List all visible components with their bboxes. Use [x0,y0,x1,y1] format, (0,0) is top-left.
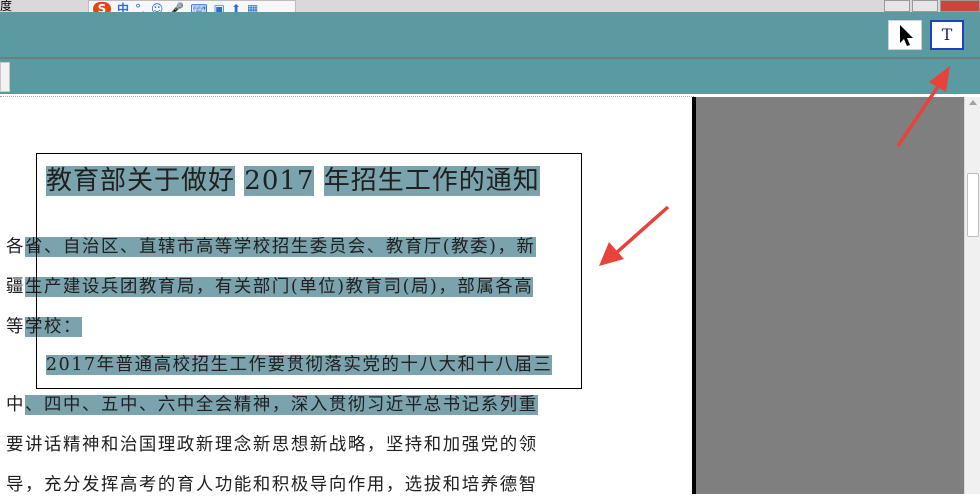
maximize-button[interactable] [912,0,938,12]
main-toolbar: T [0,12,980,57]
text-tool-label: T [941,25,953,44]
pointer-tool-button[interactable] [888,20,922,50]
vertical-scrollbar[interactable] [964,97,980,494]
secondary-toolbar [0,59,980,94]
close-button[interactable] [940,0,980,12]
line-plain-text: 各 [6,237,25,257]
line-plain-text: 等 [6,317,25,337]
line-plain-text: 要讲话精神和治国理政新理念新思想新战略，坚持和加强党的领 [6,435,538,455]
text-line[interactable]: 中、四中、五中、六中全会精神，深入贯彻习近平总书记系列重 [6,391,538,416]
line-plain-text: 导，充分发挥高考的育人功能和积极导向作用，选拔和培养德智 [6,475,538,495]
cursor-arrow-icon [900,25,913,46]
text-line[interactable]: 导，充分发挥高考的育人功能和积极导向作用，选拔和培养德智 [6,471,538,496]
panel-tab[interactable] [0,62,10,92]
text-line[interactable]: 要讲话精神和治国理政新理念新思想新战略，坚持和加强党的领 [6,431,538,456]
line-plain-text: 疆 [6,277,25,297]
selection-rectangle[interactable] [36,153,582,389]
side-pane [696,97,964,494]
scroll-thumb[interactable] [967,173,979,237]
window-controls [884,0,980,12]
text-tool-button[interactable]: T [930,20,964,50]
minimize-button[interactable] [884,0,910,12]
scroll-up-arrow-icon[interactable] [969,100,977,105]
line-plain-text: 中 [6,395,25,415]
line-selected-text: 、四中、五中、六中全会精神，深入贯彻习近平总书记系列重 [25,395,538,415]
